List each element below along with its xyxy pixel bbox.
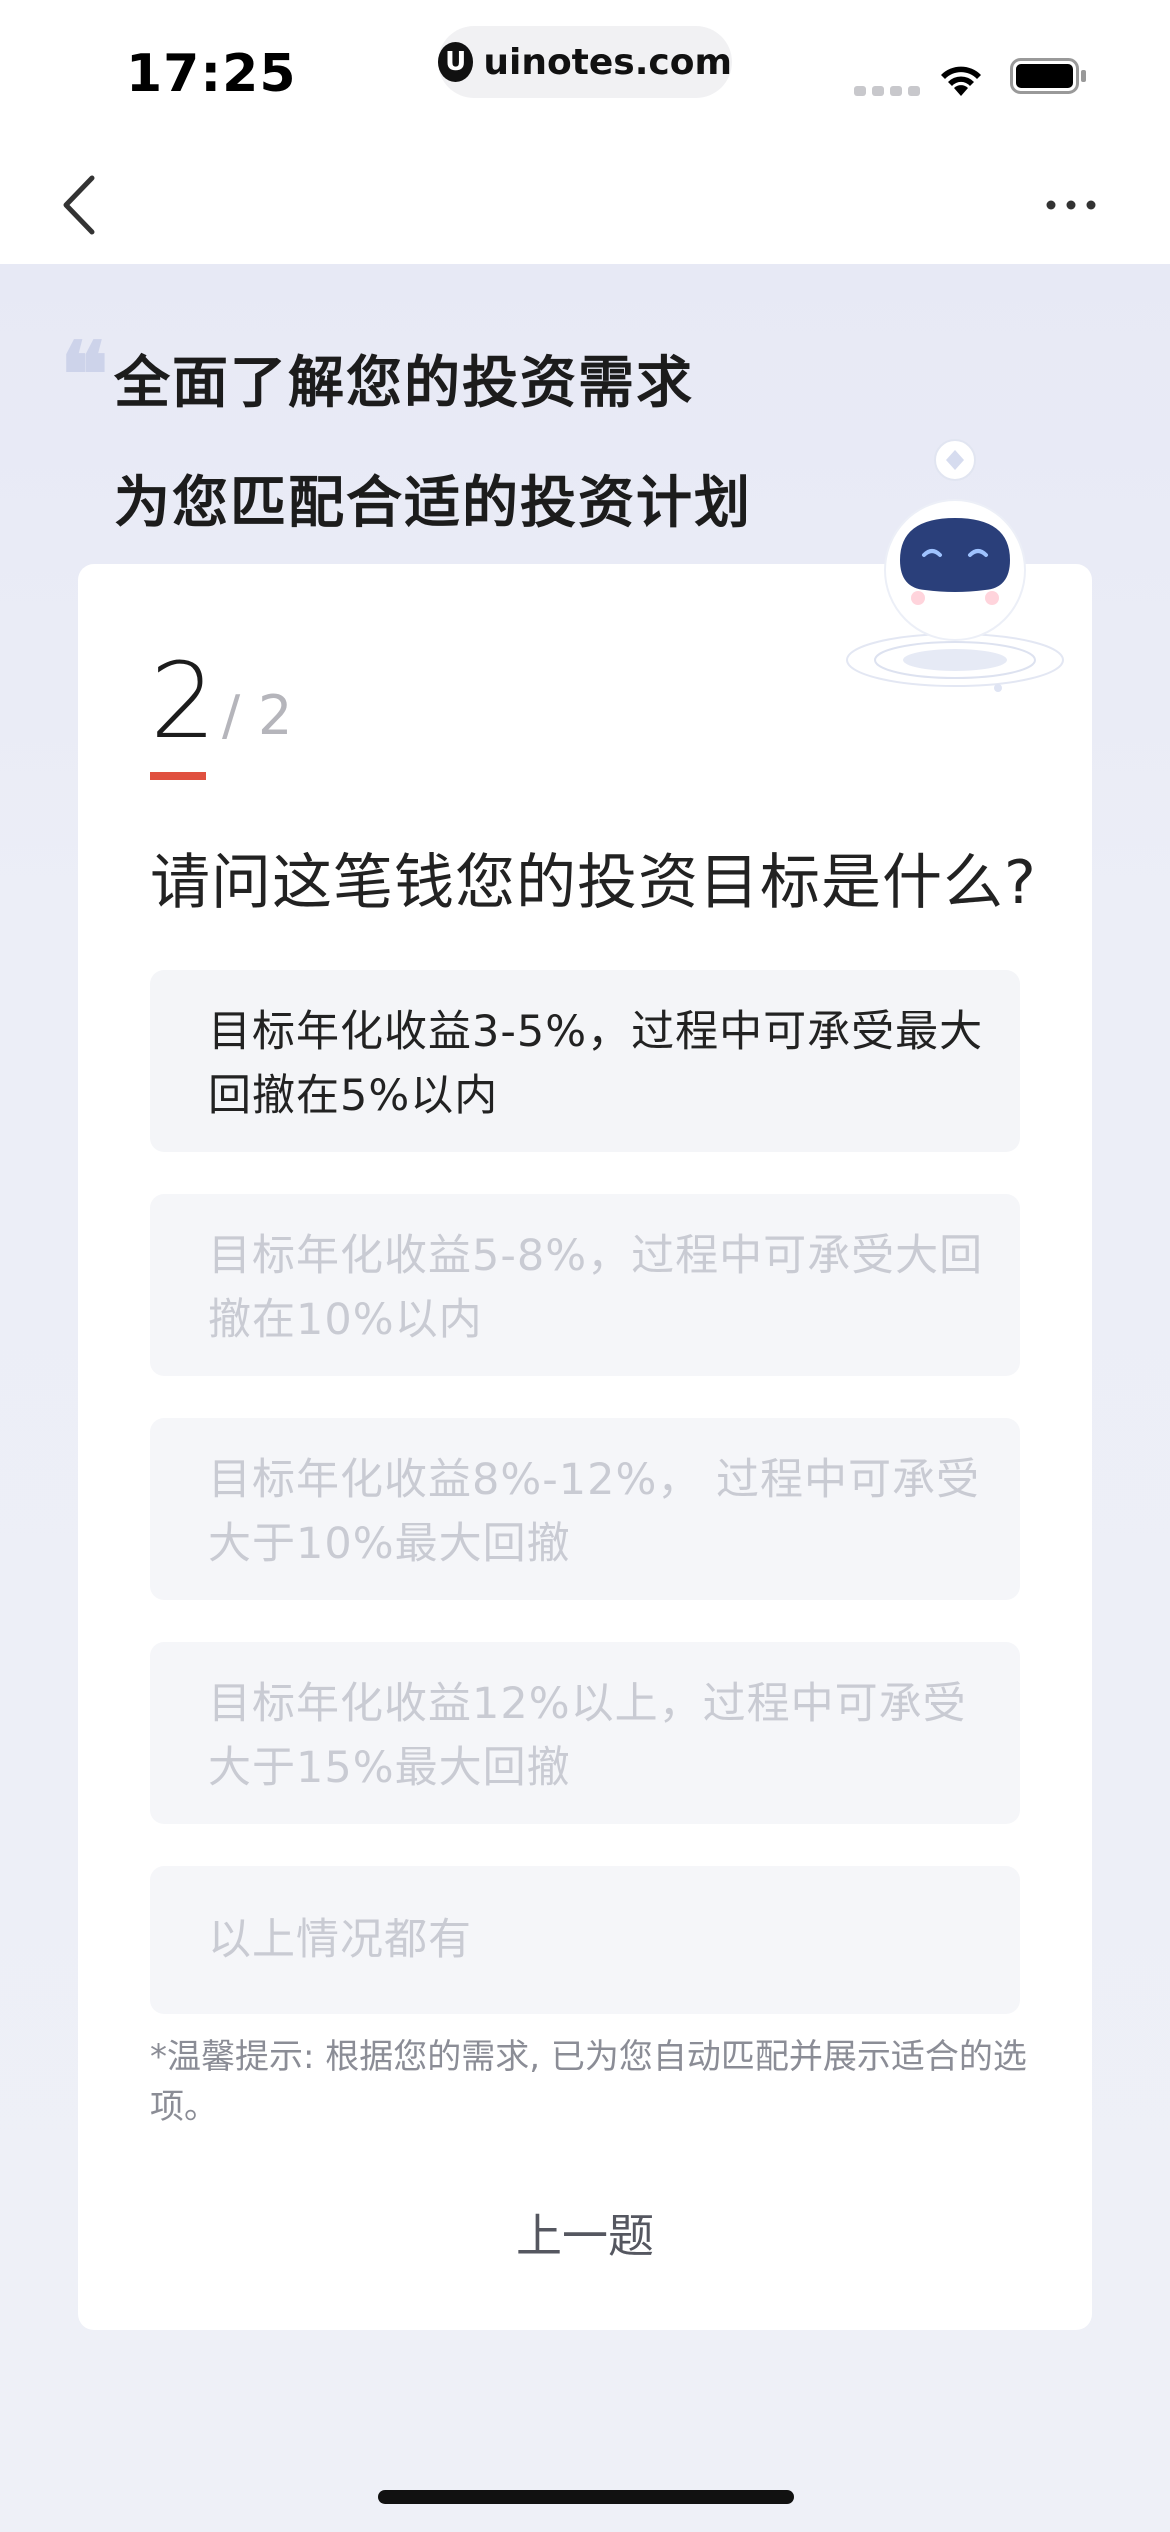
option-5[interactable]: 以上情况都有 [150,1866,1020,2014]
wifi-icon [941,66,981,96]
quote-icon: ❝ [60,322,109,428]
option-label: 目标年化收益8%-12%， 过程中可承受大于10%最大回撤 [208,1455,980,1569]
battery-icon [1010,58,1086,94]
previous-question-button[interactable]: 上一题 [485,2200,685,2266]
chevron-left-icon[interactable] [56,170,106,240]
step-separator: / [222,684,241,747]
cellular-signal-icon [854,86,920,96]
option-4[interactable]: 目标年化收益12%以上，过程中可承受大于15%最大回撤 [150,1642,1020,1824]
step-indicator-bar [150,772,206,780]
hero-title-line1: 全面了解您的投资需求 [114,351,694,416]
option-1[interactable]: 目标年化收益3-5%，过程中可承受最大回撤在5%以内 [150,970,1020,1152]
option-label: 目标年化收益12%以上，过程中可承受大于15%最大回撤 [208,1679,967,1793]
url-text: uinotes.com [483,41,732,83]
option-label: 目标年化收益3-5%，过程中可承受最大回撤在5%以内 [208,1007,984,1121]
option-label: 以上情况都有 [208,1915,472,1965]
step-current: 2 [150,640,217,762]
nav-bar [0,140,1170,264]
option-3[interactable]: 目标年化收益8%-12%， 过程中可承受大于10%最大回撤 [150,1418,1020,1600]
robot-mascot-icon [846,439,1064,692]
home-indicator[interactable] [378,2490,794,2504]
question-title: 请问这笔钱您的投资目标是什么? [150,848,1037,918]
option-label: 目标年化收益5-8%，过程中可承受大回撤在10%以内 [208,1231,984,1345]
hero-title: 全面了解您的投资需求 为您匹配合适的投资计划 [114,344,752,584]
status-time: 17:25 [126,44,297,104]
step-total: 2 [258,684,293,747]
option-2[interactable]: 目标年化收益5-8%，过程中可承受大回撤在10%以内 [150,1194,1020,1376]
more-horizontal-icon[interactable] [1044,190,1098,220]
url-pill[interactable]: U uinotes.com [438,26,732,98]
tip-text: *温馨提示: 根据您的需求, 已为您自动匹配并展示适合的选项。 [150,2037,1027,2127]
site-logo-icon: U [438,42,474,82]
status-bar: 17:25 U uinotes.com [0,0,1170,140]
